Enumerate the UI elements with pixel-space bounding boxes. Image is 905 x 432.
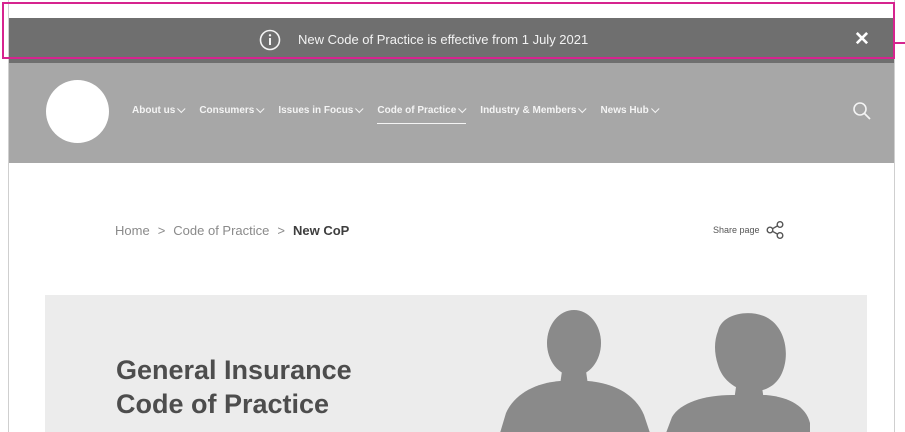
- logo[interactable]: [46, 80, 109, 143]
- hero-title-line-2: Code of Practice: [116, 389, 330, 419]
- breadcrumb: Home > Code of Practice > New CoP: [115, 223, 349, 238]
- info-icon: [259, 29, 281, 51]
- highlight-pointer: [894, 42, 905, 44]
- main-navbar: About us Consumers Issues in Focus Code …: [9, 63, 894, 163]
- nav-item-news-hub[interactable]: News Hub: [600, 104, 660, 116]
- nav-item-label: Code of Practice: [377, 105, 457, 116]
- nav-item-label: Industry & Members: [480, 105, 577, 116]
- breadcrumb-separator: >: [157, 223, 166, 238]
- breadcrumb-home[interactable]: Home: [115, 223, 150, 238]
- nav-item-consumers[interactable]: Consumers: [199, 104, 265, 116]
- hero-title-line-1: General Insurance: [116, 355, 352, 385]
- chevron-down-icon: [578, 104, 587, 113]
- share-page-button[interactable]: Share page: [713, 220, 785, 240]
- chevron-down-icon: [355, 104, 364, 113]
- search-icon[interactable]: [852, 101, 872, 121]
- nav-item-industry-members[interactable]: Industry & Members: [480, 104, 587, 116]
- breadcrumb-separator: >: [277, 223, 285, 238]
- breadcrumb-code-of-practice[interactable]: Code of Practice: [173, 223, 269, 238]
- hero-banner: General Insurance Code of Practice: [45, 295, 867, 432]
- share-icon: [766, 221, 784, 239]
- nav-item-label: Issues in Focus: [278, 105, 354, 116]
- nav-item-code-of-practice[interactable]: Code of Practice: [377, 104, 467, 124]
- notice-message: New Code of Practice is effective from 1…: [298, 32, 589, 47]
- breadcrumb-current: New CoP: [292, 223, 350, 238]
- nav-item-label: Consumers: [199, 105, 255, 116]
- share-page-label: Share page: [713, 225, 760, 235]
- chevron-down-icon: [177, 104, 186, 113]
- close-icon[interactable]: ✕: [851, 29, 873, 51]
- nav-item-about-us[interactable]: About us: [132, 104, 186, 116]
- hero-people-illustration: [500, 310, 810, 432]
- nav-item-label: About us: [132, 105, 176, 116]
- nav-menu: About us Consumers Issues in Focus Code …: [132, 104, 673, 124]
- nav-item-label: News Hub: [600, 105, 649, 116]
- chevron-down-icon: [256, 104, 265, 113]
- chevron-down-icon: [458, 104, 467, 113]
- notice-bar: New Code of Practice is effective from 1…: [9, 18, 894, 63]
- nav-item-issues-in-focus[interactable]: Issues in Focus: [278, 104, 364, 116]
- chevron-down-icon: [650, 104, 660, 113]
- hero-title: General Insurance Code of Practice: [116, 353, 352, 421]
